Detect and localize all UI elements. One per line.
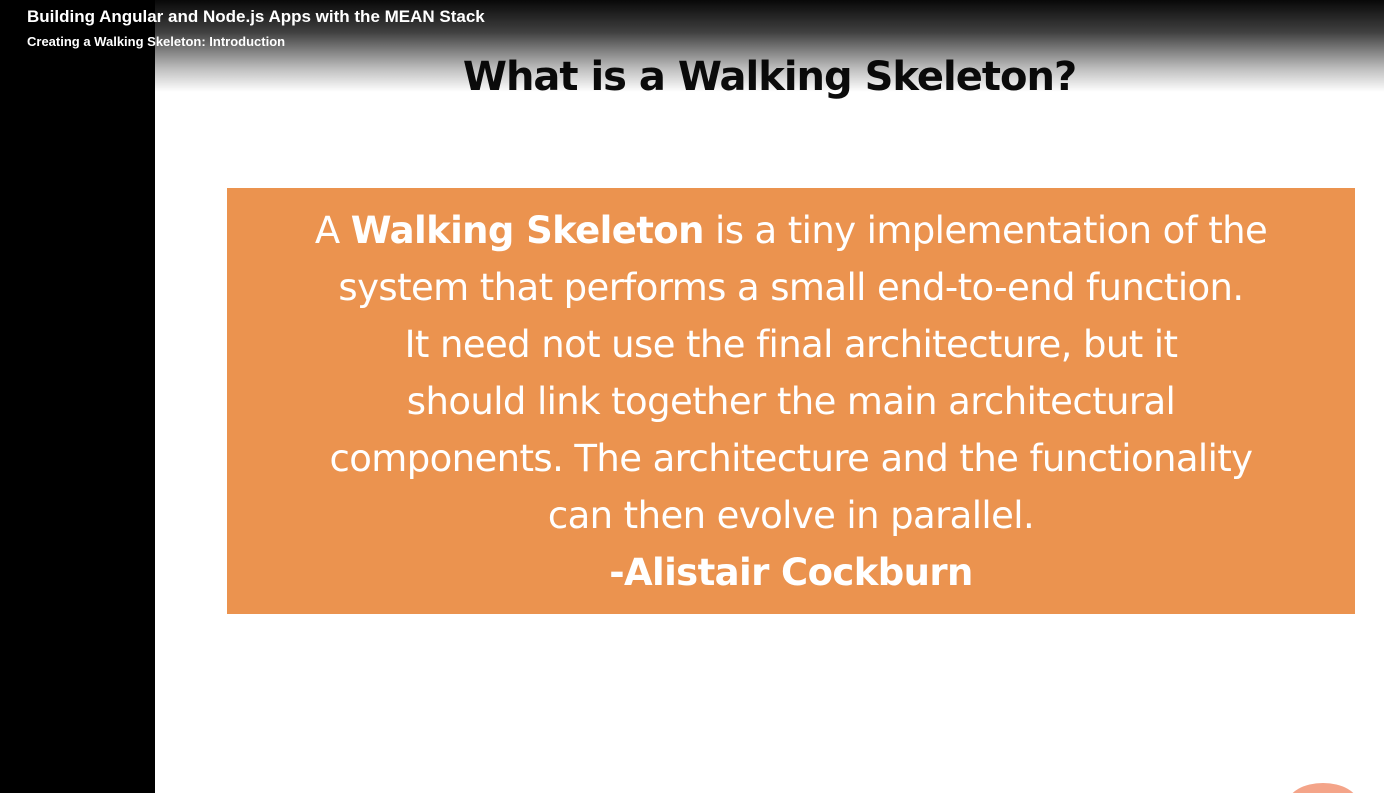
quote-line-2: system that performs a small end-to-end … [338, 266, 1244, 309]
slide-title: What is a Walking Skeleton? [462, 54, 1077, 100]
presentation-slide: What is a Walking Skeleton? A Walking Sk… [155, 0, 1384, 793]
quote-line-1-suffix: is a tiny implementation of the [703, 209, 1268, 252]
quote-line-6: can then evolve in parallel. [547, 494, 1035, 537]
quote-line-5: components. The architecture and the fun… [329, 437, 1254, 480]
quote-line-1-prefix: A [314, 209, 351, 252]
quote-line-1: A Walking Skeleton is a tiny implementat… [257, 202, 1325, 259]
quote-author: -Alistair Cockburn [609, 551, 973, 594]
quote-line-3: It need not use the final architecture, … [404, 323, 1178, 366]
letterbox-bar [0, 0, 155, 793]
slide-decoration [1288, 783, 1358, 793]
quote-term: Walking Skeleton [350, 209, 705, 252]
quote-box: A Walking Skeleton is a tiny implementat… [227, 188, 1355, 614]
quote-line-4: should link together the main architectu… [406, 380, 1176, 423]
video-player[interactable]: What is a Walking Skeleton? A Walking Sk… [0, 0, 1384, 793]
